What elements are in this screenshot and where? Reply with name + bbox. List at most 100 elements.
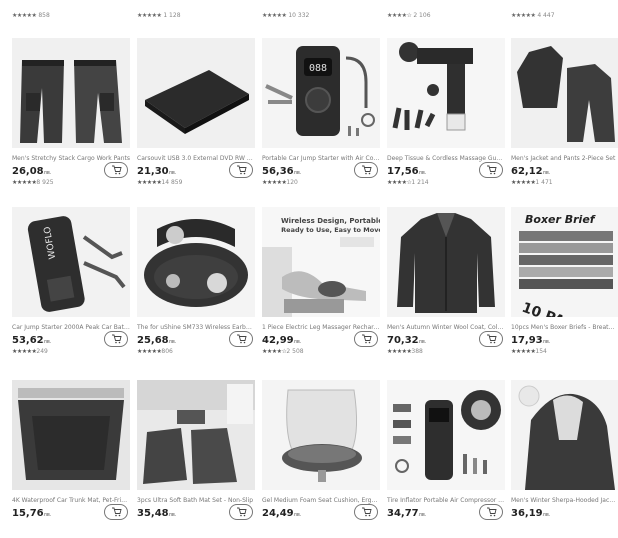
product-price: 15,76лв. — [12, 508, 52, 519]
product-image-massage-gun[interactable] — [387, 38, 505, 148]
cart-icon — [486, 165, 497, 175]
product-title[interactable]: 3pcs Ultra Soft Bath Mat Set - Non-Slip — [137, 497, 255, 504]
product-card[interactable]: Deep Tissue & Cordless Massage Gun with … — [387, 38, 505, 196]
cargo-pants-icon — [12, 38, 130, 148]
add-to-cart-button[interactable] — [229, 331, 253, 347]
rating: ★★★★★ 858 — [12, 12, 50, 19]
product-image-trunk-mat[interactable] — [12, 380, 130, 490]
product-card[interactable]: Men's Jacket and Pants 2-Piece Set 62,12… — [511, 38, 618, 196]
product-image-jump-starter-2[interactable]: WOFLO — [12, 207, 130, 317]
product-image-jump-starter[interactable]: 088 — [262, 38, 380, 148]
product-image-tire-inflator[interactable] — [387, 380, 505, 490]
product-price: 21,30лв. — [137, 166, 177, 177]
product-card[interactable]: Boxer Brief 10 PA 10pcs Men's Boxer Brie… — [511, 207, 618, 365]
rating: ★★★★★ 10 332 — [262, 12, 310, 19]
product-image-seat-cushion[interactable] — [262, 380, 380, 490]
add-to-cart-button[interactable] — [104, 162, 128, 178]
add-to-cart-button[interactable] — [104, 331, 128, 347]
cart-icon — [111, 507, 122, 517]
product-image-dvd-drive[interactable] — [137, 38, 255, 148]
product-image-leg-massager[interactable]: Wireless Design, Portable Ready to Use, … — [262, 207, 380, 317]
jacket-set-icon — [511, 38, 618, 148]
product-title[interactable]: Gel Medium Foam Seat Cushion, Ergonomic — [262, 497, 380, 504]
product-card[interactable]: 3pcs Ultra Soft Bath Mat Set - Non-Slip … — [137, 380, 255, 538]
product-card[interactable]: Men's Stretchy Stack Cargo Work Pants 26… — [12, 38, 130, 196]
add-to-cart-button[interactable] — [479, 162, 503, 178]
product-card[interactable]: 4K Waterproof Car Trunk Mat, Pet-Friendl… — [12, 380, 130, 538]
product-price: 42,99лв. — [262, 335, 302, 346]
product-title[interactable]: Tire Inflator Portable Air Compressor - … — [387, 497, 505, 504]
product-card[interactable]: The for uShine SM733 Wireless Earbuds 25… — [137, 207, 255, 365]
jump-starter-2-icon: WOFLO — [12, 207, 130, 317]
top-ratings-row: ★★★★★ 858 ★★★★★ 1 128 ★★★★★ 10 332 ★★★★☆… — [0, 0, 618, 24]
product-card[interactable]: Men's Winter Sherpa-Hooded Jacket, Thick… — [511, 380, 618, 538]
cart-icon — [361, 334, 372, 344]
product-price: 62,12лв. — [511, 166, 551, 177]
hoodie-icon — [511, 380, 618, 490]
product-card[interactable]: Wireless Design, Portable Ready to Use, … — [262, 207, 380, 365]
boxer-label-text: Boxer Brief — [525, 213, 596, 226]
product-rating: ★★★★☆2 508 — [262, 348, 304, 355]
cart-icon — [361, 507, 372, 517]
product-card[interactable]: Tire Inflator Portable Air Compressor - … — [387, 380, 505, 538]
product-image-wool-coat[interactable] — [387, 207, 505, 317]
trunk-mat-icon — [12, 380, 130, 490]
product-price: 25,68лв. — [137, 335, 177, 346]
product-title[interactable]: Deep Tissue & Cordless Massage Gun with … — [387, 155, 505, 162]
product-image-cargo-pants[interactable] — [12, 38, 130, 148]
cart-icon — [236, 507, 247, 517]
cart-icon — [236, 165, 247, 175]
add-to-cart-button[interactable] — [354, 162, 378, 178]
add-to-cart-button[interactable] — [229, 162, 253, 178]
product-card[interactable]: Men's Autumn Winter Wool Coat, Collar 70… — [387, 207, 505, 365]
product-rating: ★★★★★1 471 — [511, 179, 553, 186]
product-price: 17,93лв. — [511, 335, 551, 346]
product-image-jacket-set[interactable] — [511, 38, 618, 148]
product-card[interactable]: Gel Medium Foam Seat Cushion, Ergonomic … — [262, 380, 380, 538]
product-rating: ★★★★★388 — [387, 348, 423, 355]
product-rating: ★★★★★154 — [511, 348, 547, 355]
product-title[interactable]: 1 Piece Electric Leg Massager Rechargeab… — [262, 324, 380, 331]
product-title[interactable]: Portable Car Jump Starter with Air Compr… — [262, 155, 380, 162]
product-price: 70,32лв. — [387, 335, 427, 346]
add-to-cart-button[interactable] — [354, 331, 378, 347]
cart-icon — [361, 165, 372, 175]
product-rating: ★★★★☆1 214 — [387, 179, 429, 186]
product-title[interactable]: Men's Autumn Winter Wool Coat, Collar — [387, 324, 505, 331]
product-card[interactable]: Carsouvit USB 3.0 External DVD RW Drive … — [137, 38, 255, 196]
product-title[interactable]: Men's Winter Sherpa-Hooded Jacket, Thick — [511, 497, 618, 504]
product-title[interactable]: Men's Jacket and Pants 2-Piece Set — [511, 155, 618, 162]
jump-starter-icon: 088 — [262, 38, 380, 148]
product-price: 17,56лв. — [387, 166, 427, 177]
product-image-earbuds[interactable] — [137, 207, 255, 317]
product-card[interactable]: WOFLO Car Jump Starter 2000A Peak Car Ba… — [12, 207, 130, 365]
cart-icon — [236, 334, 247, 344]
add-to-cart-button[interactable] — [229, 504, 253, 520]
product-title[interactable]: 4K Waterproof Car Trunk Mat, Pet-Friendl… — [12, 497, 130, 504]
cart-icon — [486, 507, 497, 517]
product-title[interactable]: 10pcs Men's Boxer Briefs - Breathable — [511, 324, 618, 331]
product-rating: ★★★★★249 — [12, 348, 48, 355]
add-to-cart-button[interactable] — [479, 331, 503, 347]
rating: ★★★★★ 1 128 — [137, 12, 181, 19]
product-image-boxer-briefs[interactable]: Boxer Brief 10 PA — [511, 207, 618, 317]
product-price: 36,19лв. — [511, 508, 551, 519]
add-to-cart-button[interactable] — [479, 504, 503, 520]
product-title[interactable]: Carsouvit USB 3.0 External DVD RW Drive — [137, 155, 255, 162]
product-image-hoodie[interactable] — [511, 380, 618, 490]
product-card[interactable]: 088 Portable Car Jump Starter with Air C… — [262, 38, 380, 196]
cart-icon — [111, 165, 122, 175]
product-price: 56,36лв. — [262, 166, 302, 177]
wool-coat-icon — [387, 207, 505, 317]
add-to-cart-button[interactable] — [354, 504, 378, 520]
product-title[interactable]: The for uShine SM733 Wireless Earbuds — [137, 324, 255, 331]
product-rating: ★★★★★120 — [262, 179, 298, 186]
product-price: 24,49лв. — [262, 508, 302, 519]
add-to-cart-button[interactable] — [104, 504, 128, 520]
bath-mat-icon — [137, 380, 255, 490]
product-title[interactable]: Men's Stretchy Stack Cargo Work Pants — [12, 155, 130, 162]
product-price: 53,62лв. — [12, 335, 52, 346]
rating: ★★★★☆ 2 106 — [387, 12, 431, 19]
product-title[interactable]: Car Jump Starter 2000A Peak Car Battery … — [12, 324, 130, 331]
product-image-bath-mat[interactable] — [137, 380, 255, 490]
